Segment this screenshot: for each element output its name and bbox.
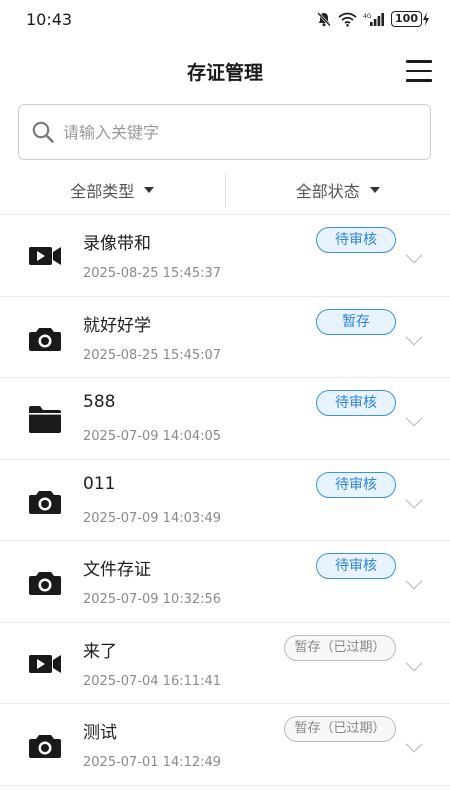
- chevron-down-icon[interactable]: [405, 491, 423, 508]
- list-item[interactable]: 文件存证 2025-07-09 10:32:56 待审核: [0, 541, 450, 623]
- status-icons: 4G 100: [316, 11, 430, 27]
- evidence-list: 录像带和 2025-08-25 15:45:37 待审核 就好好学 2025-08-2…: [0, 214, 450, 786]
- folder-icon: [28, 404, 62, 434]
- list-item[interactable]: 来了 2025-07-04 16:11:41 暂存（已过期）: [0, 623, 450, 704]
- filter-status-dropdown[interactable]: 全部状态: [226, 178, 450, 202]
- header: 存证管理: [0, 38, 450, 102]
- battery-level: 100: [391, 11, 422, 27]
- signal-icon: 4G: [363, 12, 385, 26]
- charging-icon: [423, 12, 429, 26]
- status-badge: 暂存（已过期）: [284, 716, 396, 742]
- chevron-down-icon[interactable]: [405, 654, 423, 671]
- status-badge: 待审核: [316, 390, 396, 416]
- item-title: 测试: [83, 723, 117, 743]
- search-icon: [32, 121, 54, 143]
- status-badge: 待审核: [316, 227, 396, 253]
- search-box[interactable]: [18, 104, 431, 160]
- status-badge: 暂存（已过期）: [284, 634, 396, 661]
- menu-icon: [406, 60, 432, 63]
- camera-icon: [28, 730, 62, 760]
- chevron-down-icon[interactable]: [405, 409, 423, 427]
- filter-type-dropdown[interactable]: 全部类型: [0, 178, 225, 202]
- item-timestamp: 2025-07-09 14:04:05: [83, 429, 222, 444]
- list-item[interactable]: 录像带和 2025-08-25 15:45:37 待审核: [0, 215, 450, 297]
- menu-button[interactable]: [406, 60, 432, 82]
- caret-down-icon: [369, 187, 380, 193]
- list-item[interactable]: 588 2025-07-09 14:04:05 待审核: [0, 378, 450, 460]
- filter-type-label: 全部类型: [70, 182, 135, 201]
- wifi-icon: [338, 12, 357, 27]
- battery-indicator: 100: [391, 11, 430, 27]
- item-timestamp: 2025-08-25 15:45:07: [83, 347, 222, 363]
- item-title: 588: [83, 392, 116, 412]
- item-title: 就好好学: [83, 315, 151, 336]
- list-item[interactable]: 就好好学 2025-08-25 15:45:07 暂存: [0, 297, 450, 378]
- filter-status-label: 全部状态: [295, 182, 360, 201]
- chevron-down-icon[interactable]: [405, 735, 423, 753]
- item-title: 011: [83, 473, 116, 494]
- page-title: 存证管理: [186, 62, 263, 84]
- status-badge: 暂存: [316, 308, 396, 335]
- status-time: 10:43: [26, 9, 73, 29]
- item-title: 录像带和: [83, 234, 151, 254]
- search-input[interactable]: [63, 122, 403, 142]
- item-title: 来了: [83, 641, 117, 662]
- item-timestamp: 2025-07-01 14:12:49: [83, 755, 222, 770]
- status-badge: 待审核: [316, 471, 396, 498]
- bell-off-icon: [317, 12, 331, 27]
- status-bar: 10:43 4G 100: [0, 0, 450, 38]
- video-camera-icon: [28, 649, 62, 679]
- svg-text:4G: 4G: [363, 13, 372, 20]
- item-timestamp: 2025-07-09 14:03:49: [83, 510, 222, 526]
- item-title: 文件存证: [83, 560, 151, 580]
- item-timestamp: 2025-07-09 10:32:56: [83, 592, 222, 607]
- status-badge: 待审核: [316, 553, 396, 579]
- camera-icon: [28, 323, 62, 353]
- camera-icon: [28, 567, 62, 597]
- list-item[interactable]: 011 2025-07-09 14:03:49 待审核: [0, 460, 450, 541]
- item-timestamp: 2025-08-25 15:45:37: [83, 266, 222, 281]
- camera-icon: [28, 486, 62, 516]
- chevron-down-icon[interactable]: [405, 246, 423, 264]
- video-camera-icon: [28, 241, 62, 271]
- chevron-down-icon[interactable]: [405, 572, 423, 590]
- chevron-down-icon[interactable]: [405, 328, 423, 345]
- item-timestamp: 2025-07-04 16:11:41: [83, 673, 222, 689]
- list-item[interactable]: 测试 2025-07-01 14:12:49 暂存（已过期）: [0, 704, 450, 786]
- caret-down-icon: [144, 187, 155, 193]
- filter-bar: 全部类型 全部状态: [0, 168, 450, 212]
